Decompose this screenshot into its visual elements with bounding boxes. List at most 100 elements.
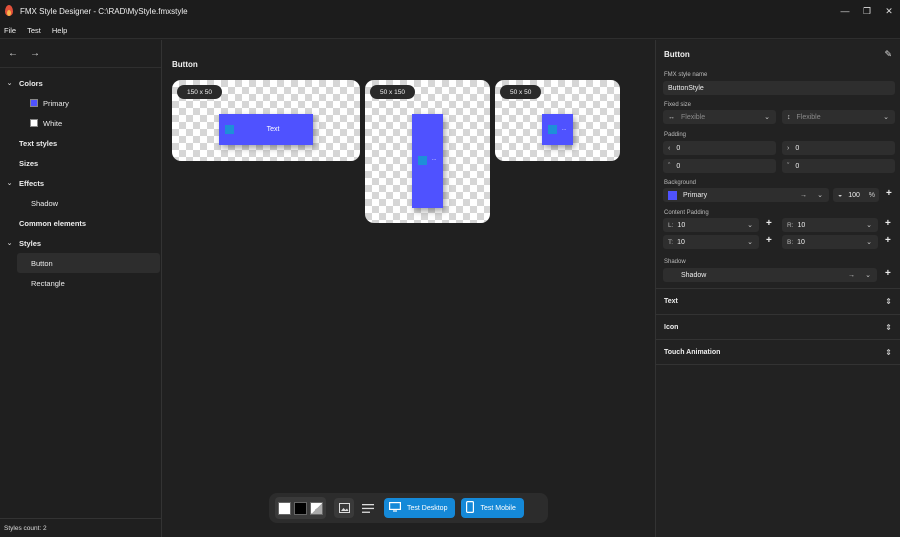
preview-title: Button	[172, 60, 198, 69]
close-button[interactable]: ✕	[878, 0, 900, 22]
padding-left-field[interactable]: ‹ 0	[663, 141, 776, 155]
properties-title: Button	[664, 50, 690, 59]
test-mobile-label: Test Mobile	[480, 504, 516, 512]
tree-item-common-elements[interactable]: Common elements	[0, 213, 161, 233]
expand-collapse-icon[interactable]: ⇕	[885, 348, 892, 357]
opacity-field[interactable]: ◒ 100 %	[833, 188, 879, 202]
button-icon	[418, 156, 427, 165]
tree-item-rectangle[interactable]: Rectangle	[0, 273, 161, 293]
content-padding-bottom-field[interactable]: B: 10 ⌄	[782, 235, 878, 249]
vertical-arrows-icon: ↕	[787, 113, 791, 121]
tree-item-effects[interactable]: ⌄ Effects	[0, 173, 161, 193]
chevron-down-icon: ⌄	[817, 192, 823, 199]
content-padding-right-value: 10	[797, 221, 806, 229]
style-name-field[interactable]: ButtonStyle	[663, 81, 895, 95]
fixed-height-dropdown[interactable]: ↕ Flexible ⌄	[782, 110, 895, 124]
style-tree: ⌄ Colors Primary White Text styles Sizes…	[0, 68, 161, 293]
button-preview[interactable]: ...	[542, 114, 573, 145]
content-padding-label: Content Padding	[664, 210, 709, 216]
padding-top-field[interactable]: ˆ 0	[663, 159, 776, 173]
test-mobile-button[interactable]: Test Mobile	[461, 498, 524, 518]
padding-bottom-value: 0	[795, 162, 800, 170]
tree-item-text-styles[interactable]: Text styles	[0, 133, 161, 153]
add-icon[interactable]: +	[885, 218, 891, 229]
padding-label: Padding	[664, 132, 687, 138]
window-title: FMX Style Designer - C:\RAD\MyStyle.fmxs…	[20, 6, 188, 16]
tree-item-white[interactable]: White	[0, 113, 161, 133]
chevron-down-icon: ⌄	[866, 239, 872, 246]
button-preview[interactable]: ...	[412, 114, 443, 208]
minimize-button[interactable]: —	[834, 0, 856, 22]
opacity-value: 100	[848, 191, 860, 199]
black-background-option[interactable]	[294, 501, 307, 515]
test-desktop-button[interactable]: Test Desktop	[384, 498, 456, 518]
button-preview[interactable]: Text	[219, 114, 313, 145]
arrow-right-icon[interactable]: →	[800, 192, 807, 199]
tree-item-label: Button	[31, 258, 53, 268]
preview-area: Button 150 x 50 Text 50 x 150 ... 50 x 5…	[163, 40, 654, 537]
tree-item-styles[interactable]: ⌄ Styles	[0, 233, 161, 253]
shadow-value: Shadow	[681, 271, 707, 279]
button-icon	[548, 125, 557, 134]
background-selector	[275, 497, 326, 519]
tree-item-label: Colors	[19, 78, 43, 88]
white-background-option[interactable]	[278, 501, 291, 515]
size-badge: 50 x 50	[500, 85, 542, 99]
chevron-down-icon[interactable]: ⌄	[0, 239, 19, 247]
phone-icon	[466, 501, 475, 515]
add-background-icon[interactable]: +	[886, 188, 892, 199]
tree-item-sizes[interactable]: Sizes	[0, 153, 161, 173]
align-lines-icon[interactable]	[358, 498, 378, 518]
checker-background-option[interactable]	[310, 501, 323, 515]
monitor-icon	[389, 502, 402, 514]
styles-count: Styles count: 2	[4, 524, 47, 532]
add-icon[interactable]: +	[766, 218, 772, 229]
section-icon[interactable]: Icon ⇕	[656, 314, 900, 340]
image-icon[interactable]	[334, 498, 354, 518]
add-icon[interactable]: +	[885, 235, 891, 246]
expand-collapse-icon[interactable]: ⇕	[885, 297, 892, 306]
tree-item-button[interactable]: Button	[17, 253, 160, 273]
opacity-unit: %	[868, 191, 875, 199]
padding-bottom-field[interactable]: ˇ 0	[782, 159, 895, 173]
content-padding-right-field[interactable]: R: 10 ⌄	[782, 218, 878, 232]
shadow-dropdown[interactable]: Shadow → ⌄	[663, 268, 877, 282]
chevron-down-icon: ⌄	[865, 272, 871, 279]
add-shadow-icon[interactable]: +	[885, 268, 891, 279]
tree-item-colors[interactable]: ⌄ Colors	[0, 73, 161, 93]
fixed-width-value: Flexible	[681, 113, 706, 121]
tree-item-primary[interactable]: Primary	[0, 93, 161, 113]
add-icon[interactable]: +	[766, 235, 772, 246]
content-padding-left-field[interactable]: L: 10 ⌄	[663, 218, 759, 232]
preview-toolbar: Test Desktop Test Mobile	[269, 493, 548, 523]
section-label: Text	[664, 298, 678, 305]
fixed-width-dropdown[interactable]: ↔ Flexible ⌄	[663, 110, 776, 124]
back-arrow-icon[interactable]: ←	[8, 48, 18, 59]
menu-file[interactable]: File	[4, 26, 16, 35]
chevron-down-icon[interactable]: ⌄	[0, 79, 19, 87]
pencil-icon[interactable]: ✎	[884, 49, 892, 60]
section-touch-animation[interactable]: Touch Animation ⇕	[656, 339, 900, 365]
content-padding-top-field[interactable]: T: 10 ⌄	[663, 235, 759, 249]
menu-test[interactable]: Test	[27, 26, 41, 35]
button-preview-text: ...	[562, 126, 567, 132]
size-badge: 150 x 50	[177, 85, 222, 99]
background-label: Background	[664, 180, 697, 186]
style-name-label: FMX style name	[664, 72, 708, 78]
menu-help[interactable]: Help	[52, 26, 67, 35]
content-padding-top-value: 10	[677, 238, 685, 246]
chevron-down-icon[interactable]: ⌄	[0, 179, 19, 187]
chevron-down-icon: ⌄	[764, 114, 770, 121]
tree-item-label: Primary	[43, 98, 69, 108]
restore-button[interactable]: ❐	[856, 0, 878, 22]
section-text[interactable]: Text ⇕	[656, 288, 900, 314]
background-dropdown[interactable]: Primary → ⌄	[663, 188, 829, 202]
padding-right-field[interactable]: › 0	[782, 141, 895, 155]
shadow-label: Shadow	[664, 259, 686, 265]
test-desktop-label: Test Desktop	[407, 504, 448, 512]
arrow-right-icon[interactable]: →	[848, 272, 855, 279]
forward-arrow-icon[interactable]: →	[30, 48, 40, 59]
tree-item-shadow[interactable]: Shadow	[0, 193, 161, 213]
expand-collapse-icon[interactable]: ⇕	[885, 323, 892, 332]
menu-bar: File Test Help	[0, 22, 900, 39]
